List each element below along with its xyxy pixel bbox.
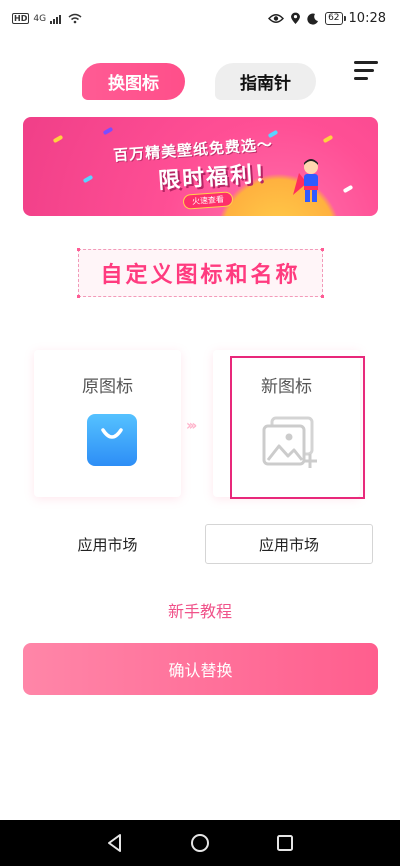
tab-compass[interactable]: 指南针 [215,63,316,100]
signal-icon [50,15,62,24]
app-market-icon [87,414,137,466]
shopping-bag-icon [101,428,123,439]
wifi-icon [68,13,82,24]
navigation-bar [0,820,400,866]
battery-icon: 62 [325,12,347,25]
home-icon[interactable] [189,832,211,854]
confirm-replace-button[interactable]: 确认替换 [23,643,378,695]
hd-badge: HD [12,13,30,24]
location-icon [291,12,301,24]
tutorial-link[interactable]: 新手教程 [0,598,400,622]
tab-change-icon[interactable]: 换图标 [82,63,185,100]
clock: 10:28 [348,11,386,26]
confetti [52,134,64,144]
status-left: HD 4G [12,13,82,24]
banner-title: 限时福利！ [157,160,279,195]
network-type: 4G [33,13,47,24]
original-app-name: 应用市场 [77,536,138,554]
confetti [102,126,114,136]
moon-icon [307,13,319,25]
confetti [322,134,334,144]
section-title-text: 自定义图标和名称 [100,263,301,288]
arrow-indicator-icon: ››› [186,418,197,434]
promo-banner[interactable]: 百万精美壁纸免费选～ 限时福利！ 火速查看 [23,117,378,216]
back-icon[interactable] [104,832,126,854]
new-name-input[interactable] [205,524,373,564]
confetti [342,184,354,194]
banner-cta-button[interactable]: 火速查看 [182,191,234,210]
add-image-icon[interactable] [262,416,320,470]
menu-icon[interactable] [354,60,378,82]
confetti [82,174,94,184]
status-bar: HD 4G 62 10:28 [0,0,400,40]
section-title: 自定义图标和名称 [77,248,324,298]
recents-icon[interactable] [274,832,296,854]
status-right: 62 10:28 [268,11,386,26]
original-icon-label: 原图标 [82,377,133,397]
superhero-illustration [293,159,318,202]
eye-icon [268,14,285,23]
